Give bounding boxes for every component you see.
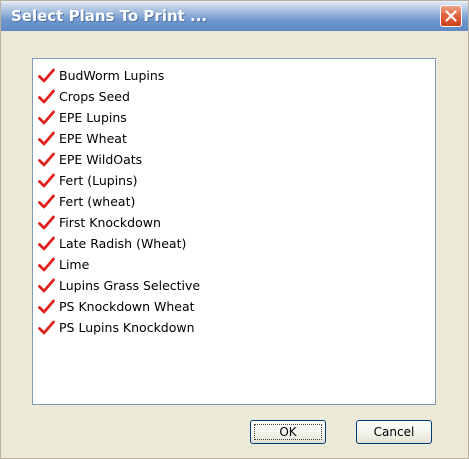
list-item-label: Lime: [59, 257, 90, 272]
checkmark-icon[interactable]: [38, 89, 55, 104]
list-item-label: EPE Lupins: [59, 110, 127, 125]
checkmark-icon[interactable]: [38, 215, 55, 230]
list-item-label: First Knockdown: [59, 215, 161, 230]
list-item-label: PS Lupins Knockdown: [59, 320, 195, 335]
checkmark-icon[interactable]: [38, 173, 55, 188]
list-item-label: EPE WildOats: [59, 152, 143, 167]
dialog-title: Select Plans To Print ...: [11, 7, 208, 25]
list-item[interactable]: EPE Wheat: [38, 128, 435, 149]
cancel-button[interactable]: Cancel: [356, 420, 432, 444]
checkmark-icon[interactable]: [38, 131, 55, 146]
list-item-label: EPE Wheat: [59, 131, 127, 146]
ok-button-label: OK: [279, 425, 297, 439]
list-item[interactable]: First Knockdown: [38, 212, 435, 233]
ok-button[interactable]: OK: [250, 420, 326, 444]
list-item-label: BudWorm Lupins: [59, 68, 165, 83]
plans-list-items: BudWorm Lupins Crops Seed EPE Lupins EPE Wh…: [38, 65, 435, 338]
list-item[interactable]: BudWorm Lupins: [38, 65, 435, 86]
list-item[interactable]: PS Lupins Knockdown: [38, 317, 435, 338]
checkmark-icon[interactable]: [38, 278, 55, 293]
checkmark-icon[interactable]: [38, 68, 55, 83]
list-item[interactable]: Late Radish (Wheat): [38, 233, 435, 254]
list-item[interactable]: EPE WildOats: [38, 149, 435, 170]
checkmark-icon[interactable]: [38, 194, 55, 209]
checkmark-icon[interactable]: [38, 152, 55, 167]
close-icon: [445, 10, 457, 22]
list-item-label: Late Radish (Wheat): [59, 236, 187, 251]
list-item[interactable]: Crops Seed: [38, 86, 435, 107]
title-bar[interactable]: Select Plans To Print ...: [1, 1, 468, 31]
list-item[interactable]: Lupins Grass Selective: [38, 275, 435, 296]
checkmark-icon[interactable]: [38, 236, 55, 251]
checkmark-icon[interactable]: [38, 257, 55, 272]
list-item-label: Crops Seed: [59, 89, 130, 104]
checkmark-icon[interactable]: [38, 110, 55, 125]
list-item-label: Lupins Grass Selective: [59, 278, 201, 293]
checkmark-icon[interactable]: [38, 299, 55, 314]
plans-list[interactable]: BudWorm Lupins Crops Seed EPE Lupins EPE Wh…: [32, 58, 436, 405]
list-item[interactable]: Lime: [38, 254, 435, 275]
list-item[interactable]: Fert (Lupins): [38, 170, 435, 191]
list-item[interactable]: Fert (wheat): [38, 191, 435, 212]
list-item-label: Fert (Lupins): [59, 173, 138, 188]
list-item-label: Fert (wheat): [59, 194, 136, 209]
list-item-label: PS Knockdown Wheat: [59, 299, 195, 314]
cancel-button-label: Cancel: [373, 425, 415, 439]
list-item[interactable]: PS Knockdown Wheat: [38, 296, 435, 317]
dialog-window: Select Plans To Print ... BudWorm Lupins…: [0, 0, 469, 459]
close-button[interactable]: [440, 5, 462, 27]
list-item[interactable]: EPE Lupins: [38, 107, 435, 128]
checkmark-icon[interactable]: [38, 320, 55, 335]
